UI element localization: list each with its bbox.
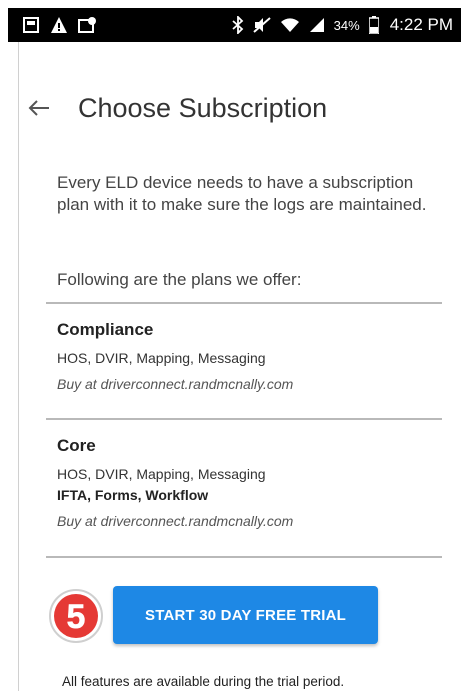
status-bar: 34% 4:22 PM: [8, 8, 461, 42]
divider: [46, 302, 442, 304]
page-title: Choose Subscription: [78, 92, 328, 123]
plan-buy-link[interactable]: Buy at driverconnect.randmcnally.com: [57, 513, 437, 529]
plan-core: Core HOS, DVIR, Mapping, Messaging IFTA,…: [57, 436, 437, 529]
screen-edge: [18, 42, 19, 691]
signal-icon: [309, 17, 325, 33]
step-number-badge: 5: [49, 589, 103, 643]
mute-icon: [252, 16, 271, 34]
image-notification-icon: [78, 16, 98, 34]
divider: [46, 556, 442, 558]
plan-name: Compliance: [57, 320, 154, 339]
battery-percent: 34%: [333, 17, 360, 33]
plan-features: HOS, DVIR, Mapping, Messaging: [57, 466, 266, 482]
status-right-icons: 34% 4:22 PM: [232, 15, 453, 35]
divider: [46, 418, 442, 420]
plan-name: Core: [57, 436, 96, 455]
gallery-notification-icon: [22, 16, 40, 34]
plan-features: HOS, DVIR, Mapping, Messaging: [57, 350, 266, 366]
plan-compliance: Compliance HOS, DVIR, Mapping, Messaging…: [57, 320, 437, 392]
status-time: 4:22 PM: [389, 15, 453, 34]
wifi-icon: [280, 17, 300, 33]
trial-note: All features are available during the tr…: [62, 674, 345, 689]
plan-extra-features: IFTA, Forms, Workflow: [57, 487, 209, 503]
plan-buy-link[interactable]: Buy at driverconnect.randmcnally.com: [57, 376, 437, 392]
step-number: 5: [67, 598, 86, 636]
status-left-icons: [22, 16, 98, 34]
warning-icon: [50, 16, 68, 34]
start-free-trial-button[interactable]: START 30 DAY FREE TRIAL: [113, 586, 378, 644]
bluetooth-icon: [232, 16, 244, 34]
intro-description: Every ELD device needs to have a subscri…: [57, 173, 427, 214]
plans-offer-text: Following are the plans we offer:: [57, 270, 302, 289]
back-arrow-icon[interactable]: [26, 95, 52, 121]
battery-icon: [368, 16, 379, 34]
app-bar: Choose Subscription: [26, 88, 327, 128]
